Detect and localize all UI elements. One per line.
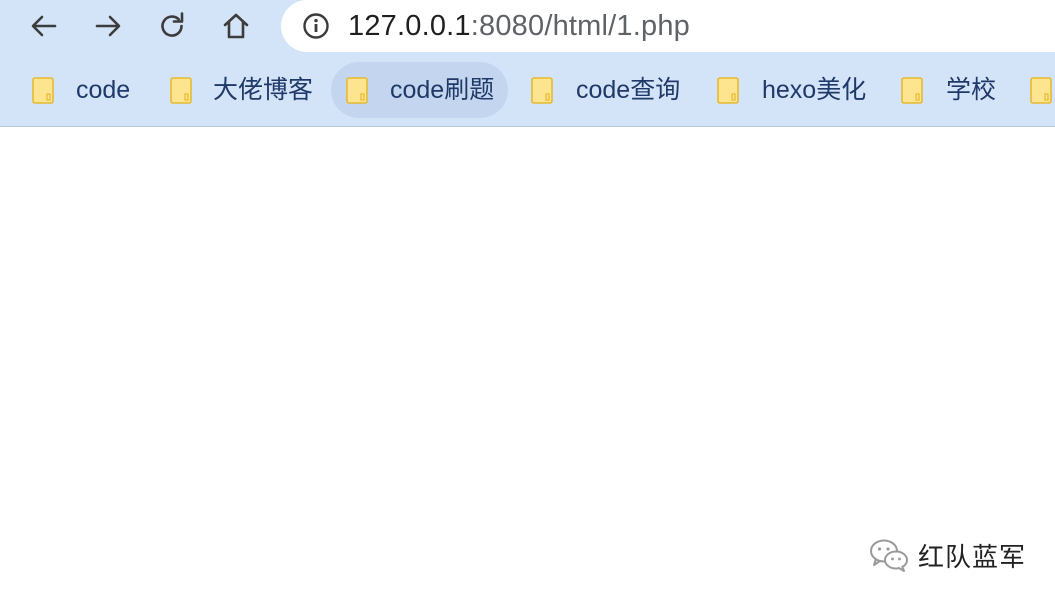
watermark: 红队蓝军 — [868, 533, 1026, 577]
bookmark-code-chaxun[interactable]: code查询 — [517, 62, 697, 118]
url-host: 127.0.0.1 — [348, 10, 471, 42]
browser-chrome: 127.0.0.1:8080/html/1.php code 大佬博客 code… — [0, 0, 1055, 127]
bookmark-xuexiao[interactable]: 学校 — [887, 62, 1017, 118]
bookmark-label: code刷题 — [390, 76, 495, 104]
address-bar[interactable]: 127.0.0.1:8080/html/1.php — [281, 0, 1055, 52]
bookmark-label: 学校 — [946, 76, 997, 104]
folder-icon — [531, 77, 553, 104]
reload-button[interactable] — [151, 5, 193, 47]
reload-icon — [161, 12, 184, 37]
forward-button[interactable] — [87, 5, 129, 47]
home-button[interactable] — [215, 5, 257, 47]
bookmarks-bar: code 大佬博客 code刷题 code查询 hexo美化 学校 — [0, 56, 1055, 126]
bookmark-code[interactable]: code — [18, 62, 148, 118]
url-text[interactable]: 127.0.0.1:8080/html/1.php — [348, 8, 690, 44]
bookmark-hexo-meihua[interactable]: hexo美化 — [703, 62, 883, 118]
info-icon[interactable] — [301, 11, 331, 41]
toolbar: 127.0.0.1:8080/html/1.php — [0, 0, 1055, 56]
bookmark-label: hexo美化 — [762, 76, 867, 104]
bookmark-dalao-blog[interactable]: 大佬博客 — [156, 62, 326, 118]
back-button[interactable] — [23, 5, 65, 47]
folder-icon — [1030, 77, 1052, 104]
home-icon — [223, 13, 249, 39]
wechat-icon — [870, 539, 908, 572]
url-path: :8080/html/1.php — [470, 10, 690, 42]
back-arrow-icon — [31, 15, 57, 37]
folder-icon — [346, 77, 368, 104]
folder-icon — [32, 77, 54, 104]
folder-icon — [901, 77, 923, 104]
forward-arrow-icon — [95, 15, 121, 37]
bookmark-label: 大佬博客 — [213, 76, 314, 104]
folder-icon — [170, 77, 192, 104]
bookmark-truncated[interactable] — [1016, 62, 1055, 118]
folder-icon — [717, 77, 739, 104]
watermark-text: 红队蓝军 — [918, 542, 1027, 573]
bookmark-label: code查询 — [576, 76, 681, 104]
bookmark-label: code — [76, 76, 131, 104]
bookmark-code-shuati[interactable]: code刷题 — [331, 62, 508, 118]
